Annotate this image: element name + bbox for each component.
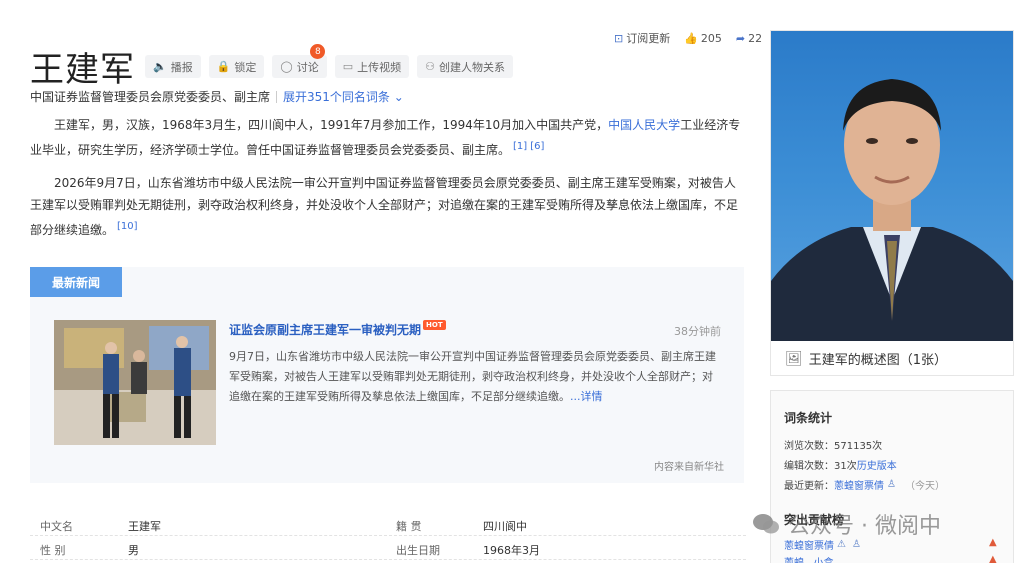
discuss-count-badge: 8: [310, 44, 326, 59]
share-count: 22: [748, 31, 763, 45]
hot-badge: HOT: [423, 319, 446, 330]
renmin-university-link[interactable]: 中国人民大学: [608, 118, 680, 132]
news-detail-link[interactable]: ...详情: [570, 390, 603, 403]
video-icon: ▭: [342, 60, 354, 73]
photo-caption[interactable]: 🖼 王建军的概述图（1张）: [785, 349, 948, 369]
info-row: 中文名 王建军 籍 贯 四川阆中: [30, 514, 746, 536]
intro-p1-text: 王建军，男，汉族，1968年3月生，四川阆中人，1991年7月参加工作，1994…: [54, 118, 609, 132]
info-row: 性 别 男 出生日期 1968年3月: [30, 538, 746, 560]
info-label: 出生日期: [396, 544, 440, 557]
stats-title: 词条统计: [784, 411, 833, 425]
history-version-link[interactable]: 历史版本: [857, 457, 897, 472]
broadcast-button[interactable]: 🔈 播报: [145, 55, 201, 78]
warning-triangle-icon: ⚠: [837, 539, 846, 550]
speaker-icon: 🔈: [153, 60, 167, 73]
news-source: 内容来自新华社: [654, 462, 724, 473]
info-value: 四川阆中: [483, 520, 527, 533]
reference-1[interactable]: [1]: [513, 141, 527, 152]
info-value: 1968年3月: [483, 544, 540, 557]
news-time: 38分钟前: [674, 325, 721, 338]
views-line: 浏览次数： 571135次: [784, 437, 882, 452]
top-actions: ⊡ 订阅更新 👍 205 ➦ 22: [614, 30, 776, 46]
thumbs-up-icon: 👍: [684, 31, 698, 45]
expand-label: 展开351个同名词条: [283, 90, 390, 104]
updated-line: 最近更新： 蔥蝗窗票倩 ♙ （今天）: [784, 477, 945, 492]
edits-line: 编辑次数： 31次 历史版本: [784, 457, 897, 472]
info-label: 中文名: [40, 520, 73, 533]
chat-icon: ◯: [280, 60, 293, 73]
info-value: 王建军: [128, 520, 161, 533]
news-thumbnail[interactable]: [54, 320, 216, 445]
updated-user-link[interactable]: 蔥蝗窗票倩: [834, 477, 884, 492]
info-label: 籍 贯: [396, 520, 422, 533]
broadcast-label: 播报: [170, 60, 193, 74]
create-relation-button[interactable]: ⚇ 创建人物关系: [417, 55, 513, 78]
news-summary: 9月7日，山东省潍坊市中级人民法院一审公开宣判中国证券监督管理委员会原党委委员、…: [229, 347, 723, 407]
intro-paragraph-2: 2026年9月7日，山东省潍坊市中级人民法院一审公开宣判中国证券监督管理委员会原…: [30, 172, 746, 241]
page-title: 王建军: [30, 50, 135, 90]
upload-video-label: 上传视频: [357, 60, 402, 74]
news-headline: 证监会原副主席王建军一审被判无期: [229, 323, 422, 337]
latest-news-tab[interactable]: 最新新闻: [30, 267, 122, 297]
report-icon[interactable]: ▲: [989, 554, 997, 563]
portrait-photo: [771, 31, 1013, 341]
subtitle-divider: [276, 90, 278, 103]
watermark-text: 公众号 · 微阅中: [788, 514, 941, 539]
latest-news-panel: 最新新闻 证监会原副主席王建军一审被判无期 HOT 38分钟前 9月7日，山东省…: [30, 267, 744, 483]
info-value: 男: [128, 544, 139, 557]
edits-value: 31次: [834, 461, 857, 472]
share-button[interactable]: ➦ 22: [736, 32, 762, 45]
create-relation-label: 创建人物关系: [439, 60, 505, 74]
wechat-icon: [753, 514, 779, 534]
bookmark-icon: ⊡: [614, 31, 624, 45]
image-icon: 🖼: [785, 350, 803, 367]
user-badge-icon: ♙: [887, 479, 896, 490]
discuss-label: 讨论: [296, 60, 319, 74]
subscribe-button[interactable]: ⊡ 订阅更新: [614, 30, 670, 46]
subtitle: 中国证券监督管理委员会原党委委员、副主席 展开351个同名词条 ⌄: [30, 88, 404, 105]
edits-label: 编辑次数：: [784, 461, 834, 472]
title-row: 王建军 🔈 播报 🔒 锁定 ◯ 讨论 8 ▭ 上传视频 ⚇ 创建人物关系: [30, 42, 521, 91]
info-label: 性 别: [40, 544, 66, 557]
updated-label: 最近更新：: [784, 481, 834, 492]
portrait-illustration: [771, 79, 1013, 341]
report-icon[interactable]: ▲: [989, 537, 997, 548]
views-value: 571135次: [834, 441, 883, 452]
reference-10[interactable]: [10]: [117, 221, 138, 232]
updated-time: （今天）: [904, 481, 945, 492]
upload-video-button[interactable]: ▭ 上传视频: [334, 55, 410, 78]
lock-label: 锁定: [234, 60, 257, 74]
user-badge-icon: ♙: [851, 539, 861, 550]
views-label: 浏览次数：: [784, 441, 834, 452]
people-icon: ⚇: [425, 60, 435, 73]
courtroom-image: [54, 320, 216, 445]
lock-icon: 🔒: [216, 60, 231, 73]
news-headline-link[interactable]: 证监会原副主席王建军一审被判无期 HOT: [229, 319, 446, 338]
photo-caption-text: 王建军的概述图（1张）: [808, 353, 948, 368]
intro-paragraph-1: 王建军，男，汉族，1968年3月生，四川阆中人，1991年7月参加工作，1994…: [30, 114, 746, 161]
contrib-line-2: 蔥蝗...小盒: [784, 554, 834, 563]
discuss-button[interactable]: ◯ 讨论 8: [272, 44, 327, 78]
like-button[interactable]: 👍 205: [684, 32, 722, 45]
like-count: 205: [700, 31, 722, 45]
summary-photo-card[interactable]: 🖼 王建军的概述图（1张）: [770, 30, 1014, 376]
news-body-text: 9月7日，山东省潍坊市中级人民法院一审公开宣判中国证券监督管理委员会原党委委员、…: [229, 350, 716, 403]
expand-same-name-link[interactable]: 展开351个同名词条 ⌄: [283, 88, 404, 105]
share-icon: ➦: [735, 31, 746, 45]
lock-button[interactable]: 🔒 锁定: [208, 55, 265, 78]
chevron-down-icon: ⌄: [393, 90, 404, 104]
subtitle-description: 中国证券监督管理委员会原党委委员、副主席: [30, 90, 271, 104]
contrib-user-link-2[interactable]: 蔥蝗...小盒: [784, 554, 834, 563]
reference-6[interactable]: [6]: [530, 141, 544, 152]
watermark: 公众号 · 微阅中: [752, 508, 941, 540]
subscribe-label: 订阅更新: [626, 32, 671, 45]
